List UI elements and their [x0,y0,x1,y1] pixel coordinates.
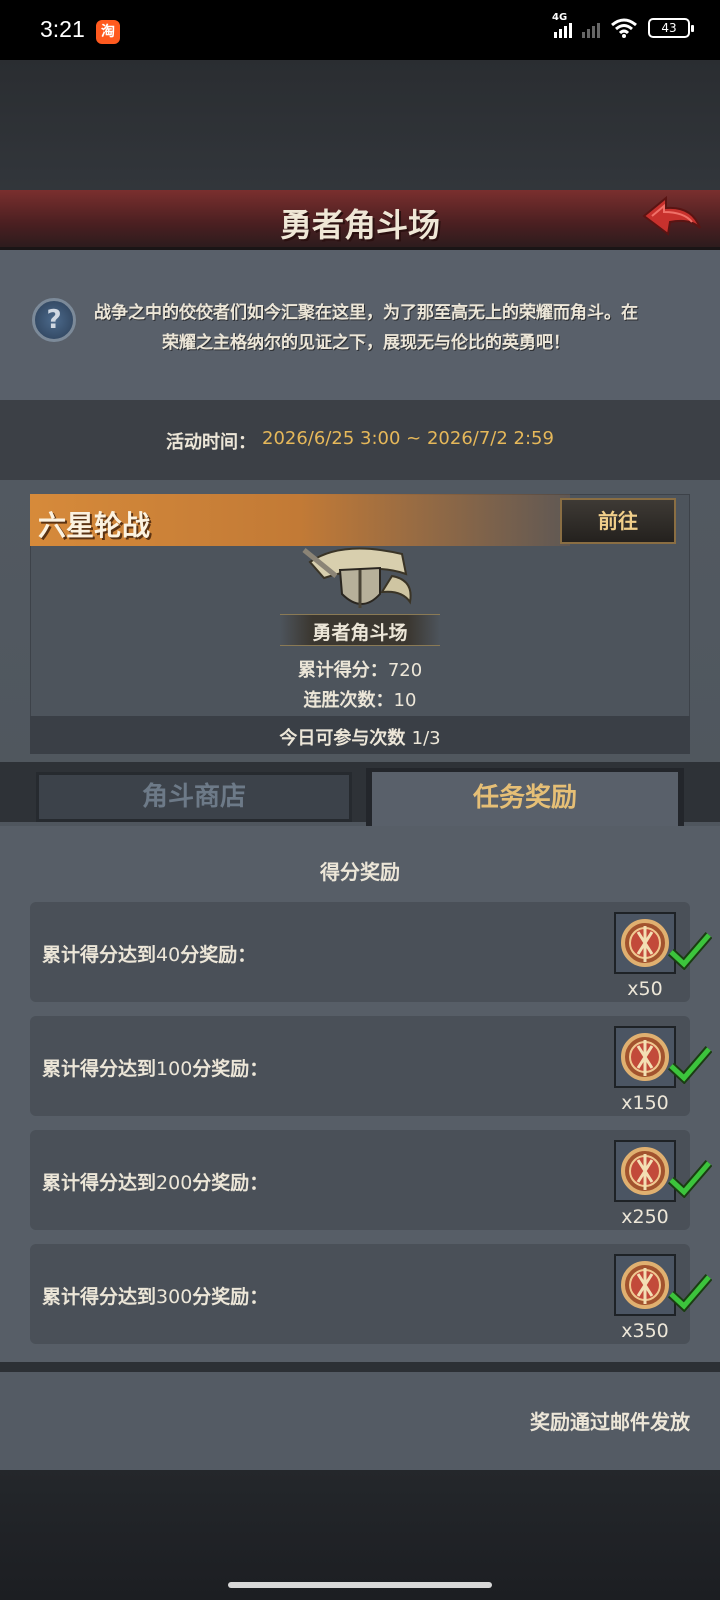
status-bar: 3:21 淘 4G 43 [0,0,720,60]
back-arrow-icon[interactable] [640,194,704,246]
claimed-check-icon [668,1274,712,1312]
status-time: 3:21 [40,16,85,42]
medal-icon [621,1033,669,1081]
arena-shield-icon [302,547,412,608]
claimed-check-icon [668,932,712,970]
bottom-backdrop [0,1470,720,1600]
medal-reward-icon[interactable] [614,1254,676,1316]
page-title: 勇者角斗场 [279,206,440,244]
mail-delivery-note: 奖励通过邮件发放 [530,1410,690,1434]
daily-attempts-bar: 今日可参与次数 1/3 [30,716,690,754]
medal-icon [621,1261,669,1309]
reward-label: 累计得分达到200分奖励： [42,1172,269,1194]
score-label: 累计得分： [297,660,388,681]
reward-quantity: x50 [627,978,663,1000]
reward-label: 累计得分达到40分奖励： [42,944,257,966]
medal-icon [621,1147,669,1195]
top-backdrop [0,60,720,190]
streak-value: 10 [393,690,417,711]
streak-row: 连胜次数：10 [0,686,720,712]
wifi-icon [611,18,637,38]
arena-name: 勇者角斗场 [312,622,408,644]
network-type-label: 4G [552,12,568,23]
streak-label: 连胜次数： [303,690,394,711]
reward-quantity: x350 [621,1320,669,1342]
tab-task-rewards[interactable]: 任务奖励 [366,768,684,826]
medal-icon [621,919,669,967]
score-value: 720 [387,660,423,681]
cellular-signal-icon: 4G [552,12,572,38]
reward-label: 累计得分达到300分奖励： [42,1286,269,1308]
daily-attempts-label: 今日可参与次数 [279,728,406,749]
status-indicators: 4G 43 [552,12,694,38]
event-time-label: 活动时间： [166,432,256,453]
go-button[interactable]: 前往 [560,498,676,544]
medal-reward-icon[interactable] [614,1140,676,1202]
secondary-signal-icon [582,18,600,38]
reward-quantity: x250 [621,1206,669,1228]
reward-quantity: x150 [621,1092,669,1114]
medal-reward-icon[interactable] [614,912,676,974]
daily-attempts: 今日可参与次数 1/3 [30,724,690,750]
intro-description: 战争之中的佼佼者们如今汇聚在这里，为了那至高无上的荣耀而角斗。在荣耀之主格纳尔的… [94,303,638,353]
score-rewards-title: 得分奖励 [320,860,400,884]
daily-attempts-value: 1/3 [411,728,441,749]
event-time-bar: 活动时间： 2026/6/25 3:00 ~ 2026/7/2 2:59 [0,400,720,480]
battery-icon: 43 [648,18,694,38]
claimed-check-icon [668,1160,712,1198]
tab-arena-shop[interactable]: 角斗商店 [36,772,352,822]
section-divider [0,1362,720,1372]
help-icon[interactable]: ? [32,298,76,342]
taobao-app-icon: 淘 [96,20,120,44]
claimed-check-icon [668,1046,712,1084]
reward-label: 累计得分达到100分奖励： [42,1058,269,1080]
medal-reward-icon[interactable] [614,1026,676,1088]
home-indicator[interactable] [228,1582,492,1588]
score-row: 累计得分：720 [0,656,720,682]
event-time-value: 2026/6/25 3:00 ~ 2026/7/2 2:59 [262,428,554,449]
title-banner: 勇者角斗场 [0,190,720,250]
event-name: 六星轮战 [38,509,151,542]
